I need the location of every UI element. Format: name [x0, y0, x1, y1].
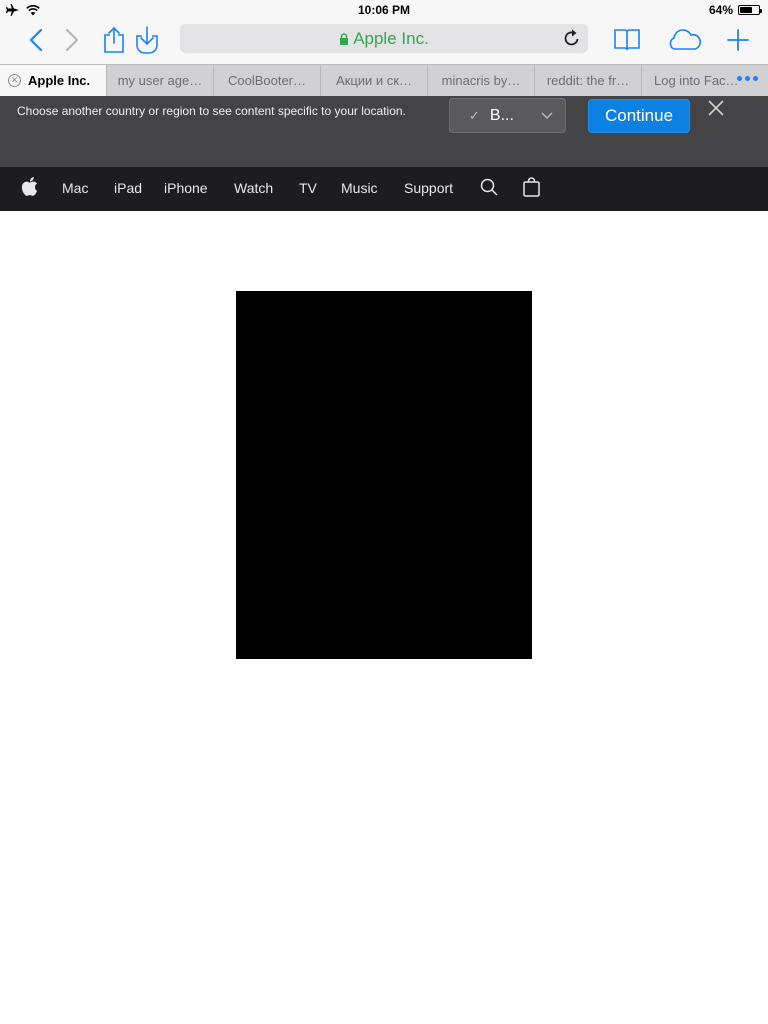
nav-tv[interactable]: TV — [299, 180, 317, 196]
back-icon — [29, 28, 43, 52]
country-select[interactable]: ✓ B... — [449, 98, 566, 133]
hero-image — [236, 291, 532, 659]
continue-button[interactable]: Continue — [588, 99, 690, 133]
lock-icon — [340, 32, 349, 45]
address-url: Apple Inc. — [353, 28, 429, 48]
share-icon — [104, 26, 124, 53]
checkmark-icon: ✓ — [469, 107, 480, 123]
battery-percent: 64% — [708, 3, 733, 17]
download-button[interactable] — [132, 20, 162, 60]
tab-facebook[interactable]: Log into Fac… — [642, 65, 768, 96]
download-icon — [136, 26, 158, 54]
bookmarks-icon — [614, 29, 640, 51]
apple-global-nav: Mac iPad iPhone Watch TV Music Support — [0, 167, 768, 211]
status-right: 64% — [708, 3, 762, 17]
tab-label: Акции и ск… — [335, 73, 412, 88]
tab-label: my user age… — [117, 73, 203, 88]
forward-button[interactable] — [58, 20, 86, 60]
apple-logo-icon[interactable] — [21, 177, 38, 201]
close-icon — [708, 100, 724, 116]
new-tab-button[interactable] — [724, 20, 752, 60]
tab-label: CoolBooter… — [227, 73, 307, 88]
country-select-value: B... — [489, 106, 514, 124]
tab-akcii[interactable]: Акции и ск… — [321, 65, 428, 96]
forward-icon — [65, 28, 79, 52]
locale-message: Choose another country or region to see … — [17, 104, 406, 118]
browser-toolbar: Apple Inc. — [0, 20, 768, 64]
tab-apple-inc[interactable]: ✕ Apple Inc. — [0, 65, 107, 96]
chevron-down-icon — [541, 112, 553, 119]
nav-watch[interactable]: Watch — [234, 180, 273, 196]
address-bar[interactable]: Apple Inc. — [180, 24, 588, 53]
nav-support[interactable]: Support — [404, 180, 453, 196]
tab-coolbooter[interactable]: CoolBooter… — [214, 65, 321, 96]
tab-label: reddit: the fr… — [546, 73, 630, 88]
tab-label: minacris by… — [441, 73, 521, 88]
cloud-tabs-button[interactable] — [666, 20, 702, 60]
close-banner-button[interactable] — [706, 98, 728, 120]
new-tab-icon — [727, 29, 749, 51]
share-button[interactable] — [100, 20, 128, 60]
nav-ipad[interactable]: iPad — [114, 180, 142, 196]
tab-label: Log into Fac… — [654, 73, 739, 88]
back-button[interactable] — [22, 20, 50, 60]
tab-minacris[interactable]: minacris by… — [428, 65, 535, 96]
locale-banner: Choose another country or region to see … — [0, 96, 768, 167]
nav-mac[interactable]: Mac — [62, 180, 88, 196]
tab-my-user-agent[interactable]: my user age… — [107, 65, 214, 96]
nav-iphone[interactable]: iPhone — [164, 180, 208, 196]
status-bar: 10:06 PM 64% — [0, 0, 768, 20]
cloud-tabs-icon — [669, 29, 702, 50]
nav-music[interactable]: Music — [341, 180, 378, 196]
tab-close-icon[interactable]: ✕ — [8, 74, 21, 87]
tab-bar: ✕ Apple Inc. my user age… CoolBooter… Ак… — [0, 64, 768, 96]
bookmarks-button[interactable] — [612, 20, 642, 60]
tab-label: Apple Inc. — [28, 73, 91, 88]
tab-overflow-icon[interactable] — [737, 76, 758, 81]
reload-icon — [564, 29, 579, 46]
search-icon[interactable] — [480, 178, 498, 201]
reload-button[interactable] — [564, 29, 580, 51]
bag-icon[interactable] — [523, 177, 540, 202]
status-time: 10:06 PM — [357, 3, 411, 17]
tab-reddit[interactable]: reddit: the fr… — [535, 65, 642, 96]
battery-icon — [738, 5, 762, 15]
